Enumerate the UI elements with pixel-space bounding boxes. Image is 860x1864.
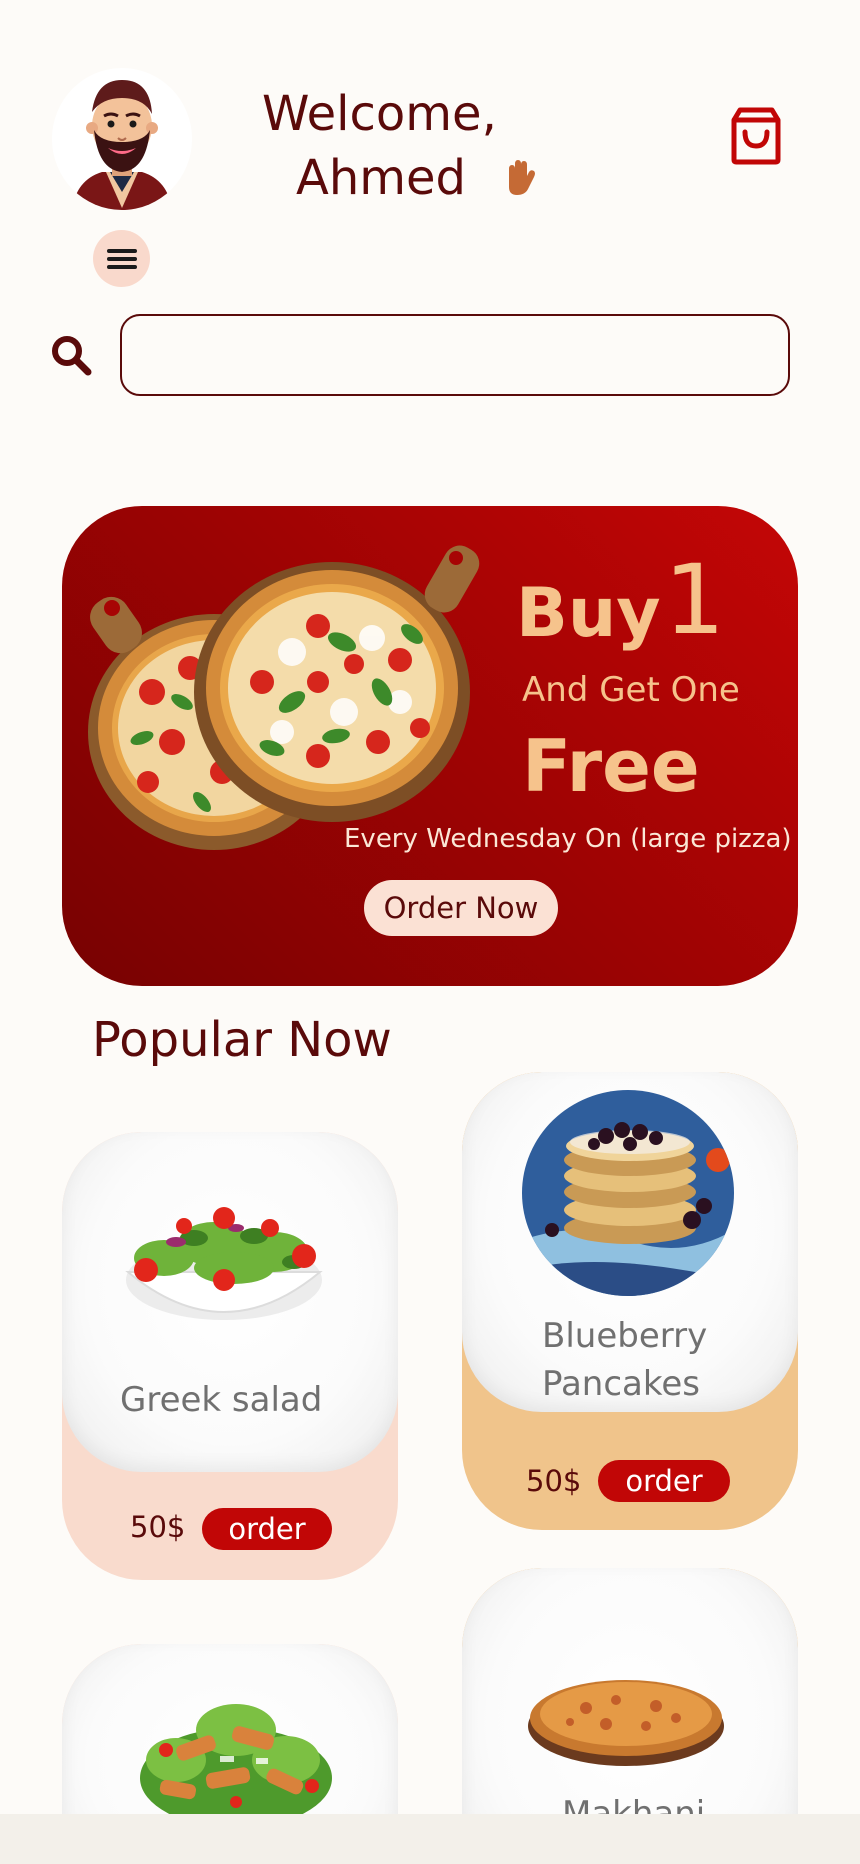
promo-schedule: Every Wednesday On (large pizza) — [344, 824, 792, 854]
card-image-panel — [62, 1644, 398, 1814]
food-card-makhani[interactable]: Makhani — [462, 1568, 798, 1814]
search-icon[interactable] — [50, 334, 94, 378]
greeting-text: Welcome, — [262, 86, 497, 142]
food-price: 50$ — [526, 1464, 582, 1498]
app-screen: Welcome, Ahmed Buy 1 And Get One Free Ev… — [0, 0, 860, 1814]
chicken-salad-image — [140, 1704, 332, 1814]
promo-number: 1 — [664, 544, 726, 656]
shopping-bag-icon — [731, 107, 781, 165]
promo-banner[interactable]: Buy 1 And Get One Free Every Wednesday O… — [62, 506, 798, 986]
promo-free-text: Free — [522, 724, 700, 808]
menu-button[interactable] — [93, 230, 150, 287]
food-card-blueberry-pancakes[interactable]: Blueberry Pancakes 50$ order — [462, 1072, 798, 1530]
food-card-greek-salad[interactable]: Greek salad 50$ order — [62, 1132, 398, 1580]
popular-now-heading: Popular Now — [92, 1012, 392, 1068]
food-name: Blueberry Pancakes — [542, 1316, 708, 1404]
card-image-panel: Blueberry Pancakes — [462, 1072, 798, 1412]
order-button[interactable]: order — [202, 1508, 332, 1550]
card-image-panel: Makhani — [462, 1568, 798, 1814]
makhani-pizza-image — [528, 1680, 724, 1766]
bottom-area — [0, 1814, 860, 1864]
promo-buy-text: Buy — [516, 574, 661, 653]
cart-button[interactable] — [726, 106, 786, 166]
avatar[interactable] — [52, 68, 192, 210]
order-now-button[interactable]: Order Now — [364, 880, 558, 936]
food-card-chicken-salad[interactable] — [62, 1644, 398, 1814]
food-name: Greek salad — [120, 1380, 323, 1420]
blueberry-pancakes-image — [522, 1090, 734, 1296]
pizza-image — [88, 545, 480, 850]
food-price: 50$ — [130, 1510, 186, 1544]
greek-salad-image — [125, 1207, 323, 1320]
food-name: Makhani — [562, 1794, 706, 1814]
search-input[interactable] — [120, 314, 790, 396]
user-name-line: Ahmed — [262, 146, 539, 213]
promo-get-text: And Get One — [522, 670, 740, 710]
user-name: Ahmed — [296, 150, 467, 206]
card-image-panel: Greek salad — [62, 1132, 398, 1472]
waving-hand-icon — [499, 149, 539, 213]
bearded-man-avatar-icon — [52, 69, 192, 210]
welcome-heading: Welcome, Ahmed — [262, 82, 539, 213]
hamburger-menu-icon — [106, 248, 137, 269]
order-button[interactable]: order — [598, 1460, 730, 1502]
